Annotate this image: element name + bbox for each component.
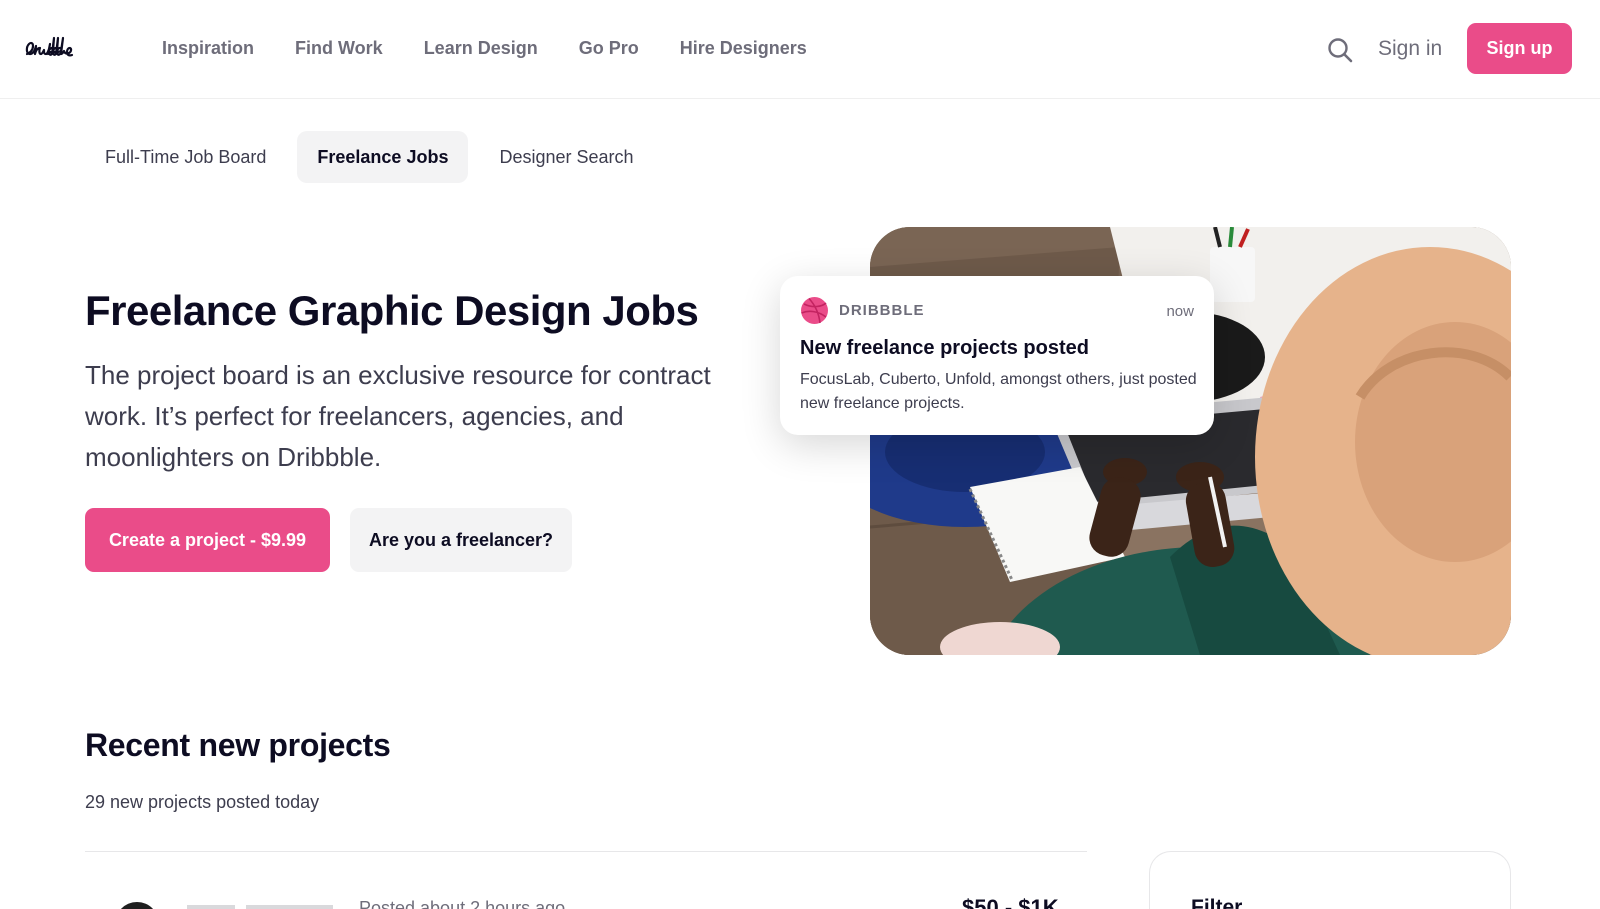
project-budget: $50 - $1K	[962, 895, 1059, 909]
project-tag	[187, 905, 235, 909]
project-row[interactable]: Posted about 2 hours ago $50 - $1K	[85, 852, 1087, 909]
dribbble-ball-icon	[800, 296, 829, 325]
filter-heading: Filter	[1191, 896, 1243, 909]
notification-brand: DRIBBBLE	[839, 302, 925, 319]
top-header: Inspiration Find Work Learn Design Go Pr…	[0, 0, 1600, 99]
sign-up-button[interactable]: Sign up	[1467, 23, 1572, 74]
nav-hire-designers[interactable]: Hire Designers	[680, 36, 807, 60]
filter-panel: Filter	[1149, 851, 1511, 909]
recent-projects-heading: Recent new projects	[85, 727, 391, 763]
notification-body: FocusLab, Cuberto, Unfold, amongst other…	[800, 371, 1197, 412]
tab-full-time-job-board[interactable]: Full-Time Job Board	[85, 131, 286, 183]
sign-in-link[interactable]: Sign in	[1378, 36, 1442, 62]
main-nav: Inspiration Find Work Learn Design Go Pr…	[162, 36, 848, 60]
nav-find-work[interactable]: Find Work	[295, 36, 383, 60]
project-tag	[246, 905, 333, 909]
nav-learn-design[interactable]: Learn Design	[424, 36, 538, 60]
projects-count: 29 new projects posted today	[85, 792, 320, 812]
project-posted-time: Posted about 2 hours ago	[359, 898, 566, 909]
notification-card: DRIBBBLE now New freelance projects post…	[780, 276, 1214, 435]
avatar	[115, 902, 159, 909]
nav-go-pro[interactable]: Go Pro	[579, 36, 639, 60]
dribbble-logo[interactable]	[23, 30, 123, 66]
tab-freelance-jobs[interactable]: Freelance Jobs	[297, 131, 469, 183]
notification-time: now	[1166, 303, 1194, 320]
hero-description: The project board is an exclusive resour…	[85, 360, 711, 472]
create-project-button[interactable]: Create a project - $9.99	[85, 508, 330, 572]
dribbble-logo-wordmark	[25, 36, 74, 57]
page-title: Freelance Graphic Design Jobs	[85, 287, 699, 334]
job-board-tabs: Full-Time Job Board Freelance Jobs Desig…	[85, 131, 665, 183]
nav-inspiration[interactable]: Inspiration	[162, 36, 254, 60]
tab-designer-search[interactable]: Designer Search	[479, 131, 653, 183]
freelancer-button[interactable]: Are you a freelancer?	[350, 508, 572, 572]
search-icon[interactable]	[1326, 36, 1354, 64]
notification-title: New freelance projects posted	[800, 337, 1089, 359]
